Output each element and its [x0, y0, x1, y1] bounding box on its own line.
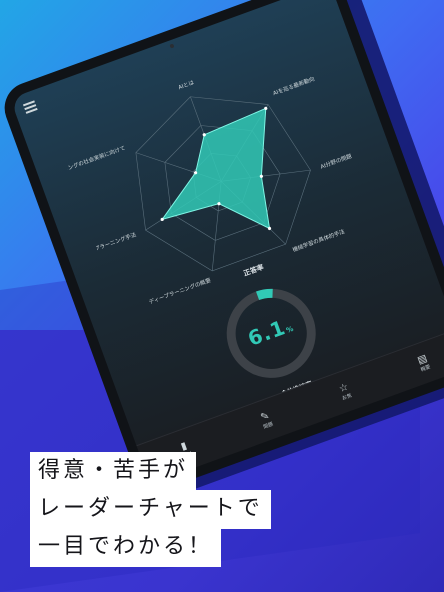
- progress-unit: %: [285, 324, 296, 335]
- tab-label: 問題: [262, 421, 275, 431]
- tab-label: お気: [341, 392, 353, 402]
- radar-axis-label: AIとは: [177, 79, 195, 91]
- tab-overview[interactable]: ▤ 概要: [416, 353, 432, 374]
- radar-axis-label: ディープラーニング手法: [78, 230, 137, 258]
- radar-axis-label: AI分野の問題: [319, 152, 353, 171]
- hamburger-menu-icon[interactable]: [22, 100, 38, 114]
- tab-questions[interactable]: ✎ 問題: [258, 410, 274, 430]
- caption-line-3: 一目でわかる！: [30, 528, 222, 567]
- tab-favorites[interactable]: ☆ お気: [337, 381, 353, 402]
- radar-chart: AIとは AIを巡る最新動向AI分野の問題機械学習の具体的手法ディープラーニングの…: [49, 75, 354, 306]
- camera-dot: [169, 43, 175, 49]
- tab-label: 概要: [419, 364, 432, 374]
- radar-axis-label: ディープラーニングの社会実装に向けて: [49, 144, 127, 185]
- caption-line-1: 得意・苦手が: [30, 452, 197, 491]
- caption-line-2: レーダーチャートで: [30, 490, 271, 529]
- radar-axis-label: AIを巡る最新動向: [272, 75, 316, 98]
